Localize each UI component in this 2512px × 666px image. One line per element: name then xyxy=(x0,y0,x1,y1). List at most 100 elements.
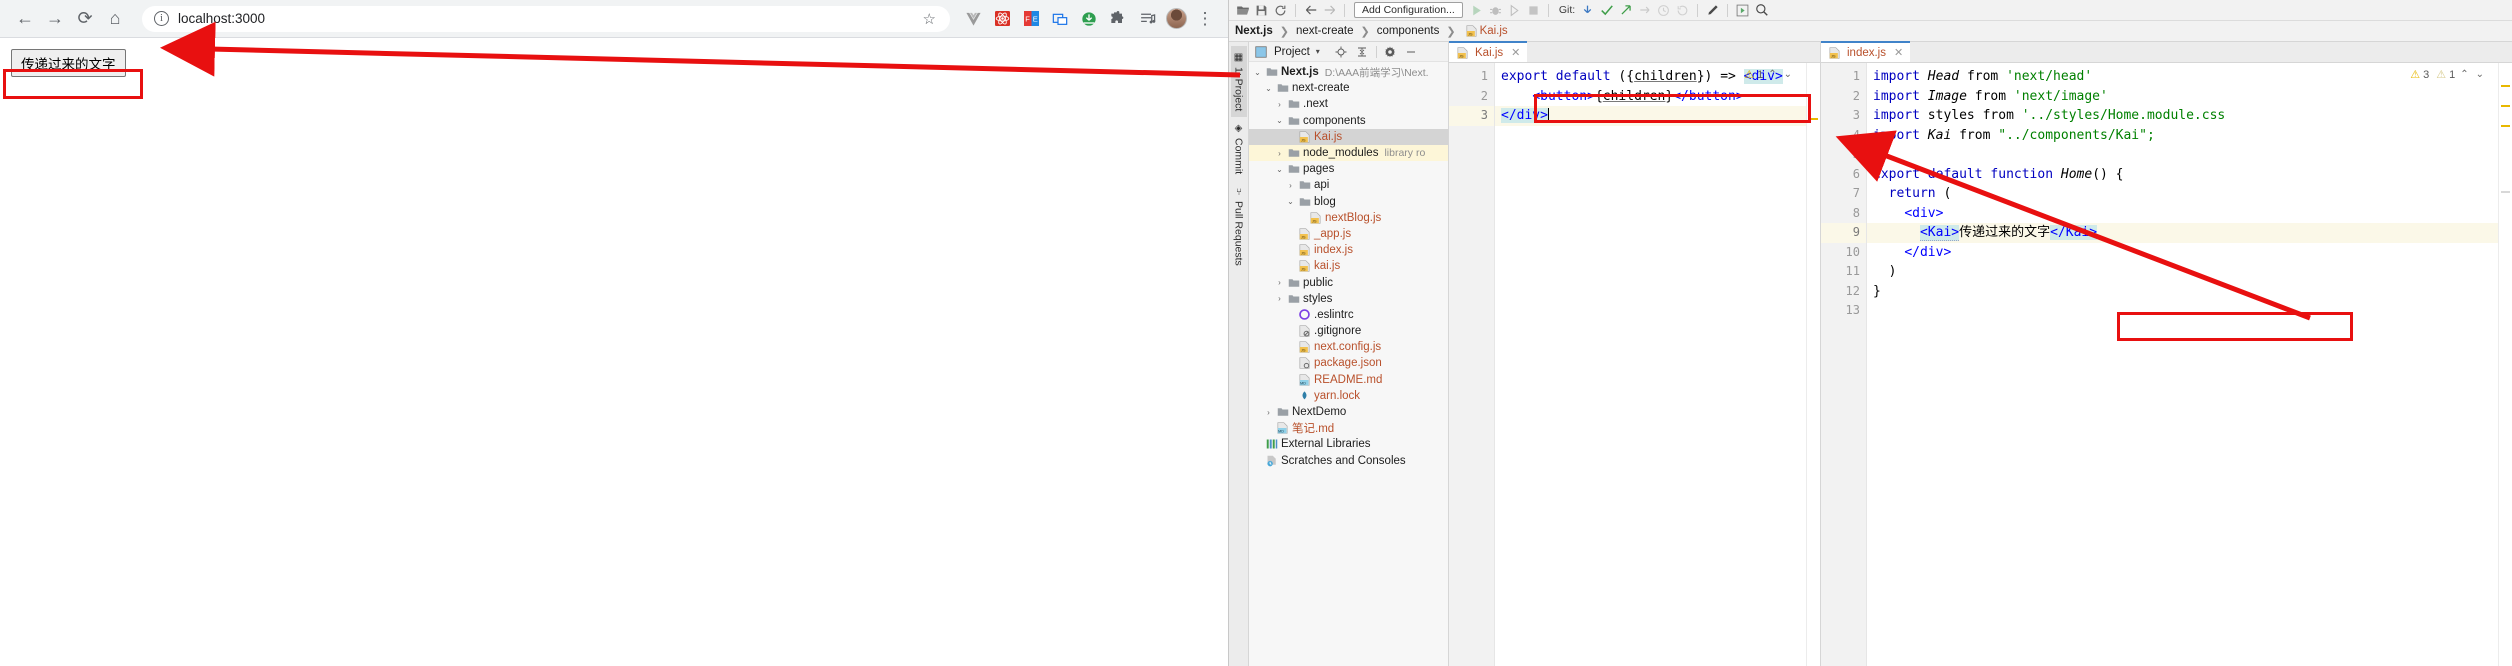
debug-icon[interactable] xyxy=(1487,2,1504,19)
coverage-icon[interactable] xyxy=(1506,2,1523,19)
chevron-down-icon[interactable]: ⌄ xyxy=(1273,116,1286,125)
git-update-project-icon[interactable] xyxy=(1579,2,1596,19)
navigate-forward-icon[interactable] xyxy=(1321,2,1338,19)
back-button[interactable]: ← xyxy=(10,4,40,34)
tab-kai-js[interactable]: JS Kai.js ✕ xyxy=(1449,41,1528,62)
chevron-down-icon[interactable]: ⌄ xyxy=(1251,68,1264,77)
tree-node-styles[interactable]: › styles xyxy=(1249,291,1448,307)
extensions-puzzle-icon[interactable] xyxy=(1105,6,1131,32)
tree-node-ExternalLibraries[interactable]: External Libraries xyxy=(1249,436,1448,452)
code-lines-index-js[interactable]: import Head from 'next/head' import Imag… xyxy=(1867,63,2512,666)
chevron-down-icon[interactable]: ⌄ xyxy=(1284,197,1297,206)
idm-downloader-icon[interactable] xyxy=(1076,6,1102,32)
inspection-widget-right[interactable]: ⚠ 3 ⚠ 1 ⌃ ⌄ xyxy=(2410,68,2486,82)
tree-node-components[interactable]: ⌄ components xyxy=(1249,113,1448,129)
tree-node-_app.js[interactable]: JS _app.js xyxy=(1249,226,1448,242)
collapse-all-icon[interactable] xyxy=(1355,44,1370,59)
sidebar-item-pull-requests[interactable]: ⑂ Pull Requests xyxy=(1231,181,1247,272)
chevron-right-icon[interactable]: › xyxy=(1262,408,1275,417)
error-stripe-right[interactable] xyxy=(2498,63,2512,666)
run-configuration-selector[interactable]: Add Configuration... xyxy=(1354,2,1463,18)
tree-node-README.md[interactable]: MD README.md xyxy=(1249,372,1448,388)
breadcrumb-item-next-create[interactable]: next-create xyxy=(1295,25,1355,37)
navigate-back-icon[interactable] xyxy=(1302,2,1319,19)
tree-node-Kai.js[interactable]: JS Kai.js xyxy=(1249,128,1448,145)
code-lines-kai-js[interactable]: export default ({children}) => <div> <bu… xyxy=(1495,63,1820,666)
tree-node-package.json[interactable]: package.json xyxy=(1249,355,1448,371)
project-tree[interactable]: ⌄ Next.js D:\AAA前端学习\Next. ⌄ next-create › .ne… xyxy=(1249,62,1448,666)
chevron-down-icon[interactable]: ▾ xyxy=(1316,47,1320,56)
site-info-icon[interactable]: i xyxy=(154,11,169,26)
inspection-widget-left[interactable]: ⚠ 1 ⌃ ⌄ xyxy=(1744,68,1794,82)
bookmark-star-icon[interactable]: ☆ xyxy=(923,10,938,28)
prev-problem-icon[interactable]: ⌃ xyxy=(1766,69,1778,80)
prev-problem-icon[interactable]: ⌃ xyxy=(2458,69,2470,80)
sidebar-item-project[interactable]: ▦ 1: Project xyxy=(1230,46,1247,118)
home-button[interactable]: ⌂ xyxy=(100,4,130,34)
react-devtools-icon[interactable] xyxy=(989,6,1015,32)
tree-node-blog[interactable]: ⌄ blog xyxy=(1249,194,1448,210)
gear-icon[interactable] xyxy=(1383,44,1398,59)
reload-button[interactable]: ⟳ xyxy=(70,4,100,34)
tree-node-.eslintrc[interactable]: .eslintrc xyxy=(1249,307,1448,323)
pen-icon[interactable] xyxy=(1704,2,1721,19)
sync-icon[interactable] xyxy=(1272,2,1289,19)
tree-node-笔记.md[interactable]: MD 笔记.md xyxy=(1249,420,1448,436)
search-icon[interactable] xyxy=(1753,2,1770,19)
tree-node-node_modules[interactable]: › node_modules library ro xyxy=(1249,144,1448,162)
code-area-index-js[interactable]: 1 2 3 4 5 6 7 8 9 10 11 12 13 import Head from 'next… xyxy=(1821,63,2512,666)
tree-node-next-create[interactable]: ⌄ next-create xyxy=(1249,80,1448,96)
window-resizer-icon[interactable] xyxy=(1047,6,1073,32)
close-icon[interactable]: ✕ xyxy=(1511,46,1520,59)
tree-node-kai.js[interactable]: JS kai.js xyxy=(1249,258,1448,274)
tree-node-Next.js[interactable]: ⌄ Next.js D:\AAA前端学习\Next. xyxy=(1249,64,1448,80)
git-push-icon[interactable] xyxy=(1617,2,1634,19)
tree-node-ScratchesandConsoles[interactable]: Scratches and Consoles xyxy=(1249,453,1448,469)
sidebar-item-commit[interactable]: ◈ Commit xyxy=(1231,117,1247,180)
code-area-kai-js[interactable]: 1 2 3 export default ({children}) => <di… xyxy=(1449,63,1820,666)
next-problem-icon[interactable]: ⌄ xyxy=(1782,69,1794,80)
close-icon[interactable]: ✕ xyxy=(1894,46,1903,59)
playlist-icon[interactable] xyxy=(1134,6,1160,32)
project-panel-title[interactable]: Project xyxy=(1274,46,1310,58)
chevron-right-icon[interactable]: › xyxy=(1273,294,1286,303)
avatar[interactable] xyxy=(1163,6,1189,32)
vue-devtools-icon[interactable] xyxy=(960,6,986,32)
tree-node-nextBlog.js[interactable]: JS nextBlog.js xyxy=(1249,210,1448,226)
open-folder-icon[interactable] xyxy=(1234,2,1251,19)
chevron-right-icon[interactable]: › xyxy=(1273,149,1286,158)
stop-icon[interactable] xyxy=(1525,2,1542,19)
address-bar[interactable]: i localhost:3000 ☆ xyxy=(142,5,950,32)
next-problem-icon[interactable]: ⌄ xyxy=(2474,69,2486,80)
tree-node-.gitignore[interactable]: .gitignore xyxy=(1249,323,1448,339)
tree-node-index.js[interactable]: JS index.js xyxy=(1249,242,1448,258)
breadcrumb-item-components[interactable]: components xyxy=(1376,25,1441,37)
tree-node-NextDemo[interactable]: › NextDemo xyxy=(1249,404,1448,420)
tab-index-js[interactable]: JS index.js ✕ xyxy=(1821,41,1911,62)
error-stripe-left[interactable] xyxy=(1806,63,1820,666)
breadcrumb-item-file[interactable]: Kai.js xyxy=(1479,25,1509,37)
tree-node-next.config.js[interactable]: JS next.config.js xyxy=(1249,339,1448,355)
chevron-right-icon[interactable]: › xyxy=(1273,278,1286,287)
tree-node-public[interactable]: › public xyxy=(1249,274,1448,290)
chevron-down-icon[interactable]: ⌄ xyxy=(1262,84,1275,93)
chevron-right-icon[interactable]: › xyxy=(1284,181,1297,190)
hide-panel-icon[interactable] xyxy=(1404,44,1419,59)
chevron-down-icon[interactable]: ⌄ xyxy=(1273,165,1286,174)
git-history-icon[interactable] xyxy=(1655,2,1672,19)
locate-icon[interactable] xyxy=(1334,44,1349,59)
tree-node-yarn.lock[interactable]: yarn.lock xyxy=(1249,388,1448,404)
tree-node-.next[interactable]: › .next xyxy=(1249,96,1448,112)
git-pull-icon[interactable] xyxy=(1636,2,1653,19)
fe-helper-icon[interactable]: FE xyxy=(1018,6,1044,32)
tree-node-pages[interactable]: ⌄ pages xyxy=(1249,161,1448,177)
git-commit-icon[interactable] xyxy=(1598,2,1615,19)
forward-button[interactable]: → xyxy=(40,4,70,34)
git-rollback-icon[interactable] xyxy=(1674,2,1691,19)
rendered-kai-button[interactable]: 传递过来的文字 xyxy=(11,49,126,77)
browser-menu-button[interactable]: ⋮ xyxy=(1192,6,1218,32)
breadcrumb-item-project[interactable]: Next.js xyxy=(1234,25,1274,37)
chevron-right-icon[interactable]: › xyxy=(1273,100,1286,109)
tree-node-api[interactable]: › api xyxy=(1249,177,1448,193)
run-anything-icon[interactable] xyxy=(1734,2,1751,19)
